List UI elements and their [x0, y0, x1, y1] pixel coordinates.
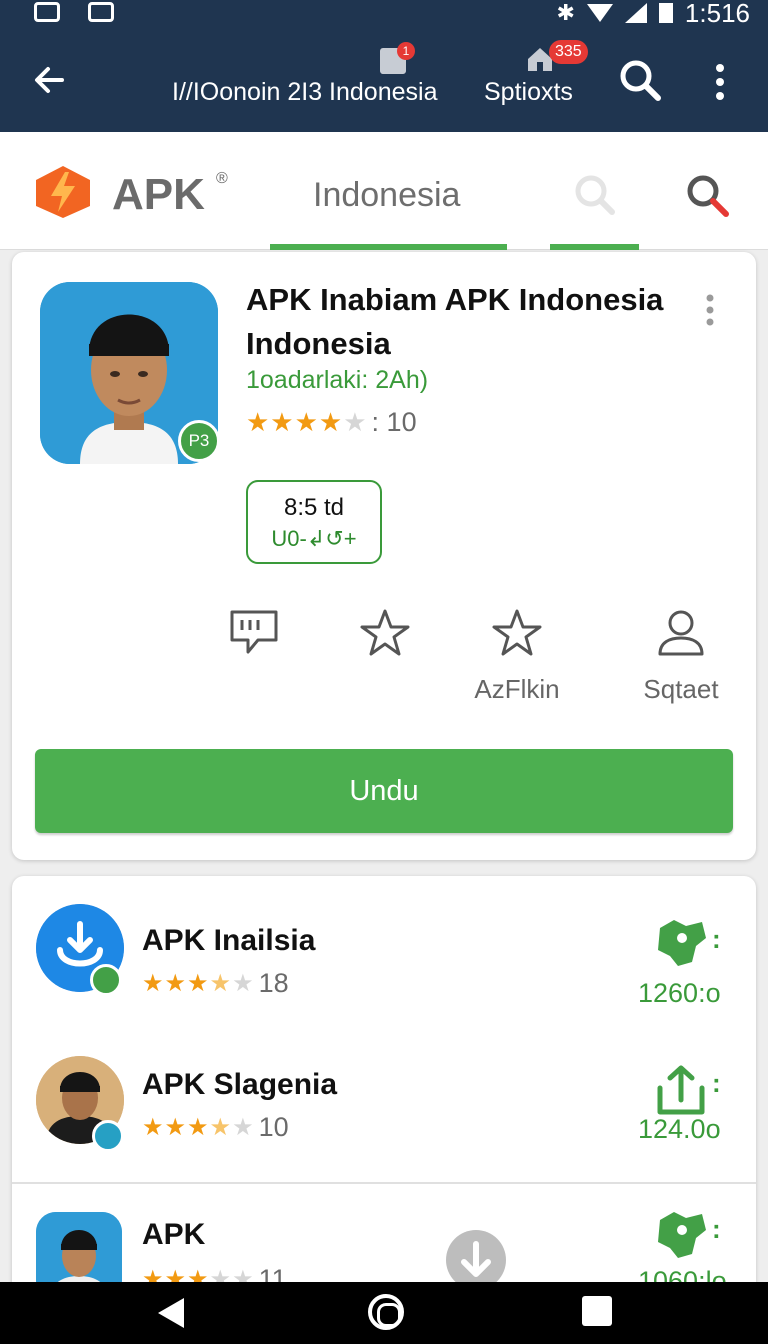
more-vert-icon[interactable] [702, 292, 718, 328]
star-icon [360, 609, 410, 656]
action-comment[interactable] [200, 608, 310, 674]
app-rating: ★★★★★ 10 [142, 1112, 289, 1143]
app-list: APK Inailsia ★★★★★ 18 : 1260:o APK Slage… [12, 876, 756, 1296]
more-dots[interactable]: : [712, 924, 721, 955]
app-title: APK Slagenia [142, 1068, 338, 1101]
more-vert-icon[interactable] [708, 60, 732, 104]
download-count: 1260:o [638, 978, 721, 1008]
battery-icon [658, 3, 673, 23]
signal-icon [624, 3, 647, 23]
app-rating: ★★★★★ 18 [142, 968, 289, 999]
content-rating-badge: 8:5 td U0-↲↺+ [246, 480, 382, 564]
rating-stars: ★★★★★ [142, 1114, 255, 1141]
action-star[interactable] [330, 608, 440, 674]
action-label: Sqtaet [643, 674, 719, 704]
notification-icon [34, 2, 60, 22]
list-item[interactable]: APK Inailsia ★★★★★ 18 : 1260:o [12, 894, 756, 1044]
nav-recents-icon[interactable] [582, 1296, 612, 1326]
installed-badge [90, 964, 122, 996]
action-profile[interactable]: Sqtaet [626, 608, 736, 705]
app-screen: ✱ 1:516 1 I//IOonoin 2I3 Indonesia 335 S… [0, 0, 768, 1344]
updates-badge: 335 [549, 40, 588, 64]
page-title: I//IOonoin 2I3 Indonesia [172, 78, 438, 106]
nav-back-icon[interactable] [158, 1298, 184, 1328]
verified-badge: P3 [178, 420, 220, 462]
tab-indicator [550, 244, 639, 250]
notification-badge: 1 [397, 42, 415, 60]
app-developer[interactable]: 1oadarlaki: 2Ah) [246, 366, 428, 395]
rating-stars: ★★★★★ [142, 970, 255, 997]
more-dots[interactable]: : [712, 1068, 721, 1099]
search-icon[interactable] [572, 172, 616, 216]
search-icon[interactable] [618, 58, 662, 102]
download-notification-icon [88, 2, 114, 22]
rating-count: 18 [258, 968, 289, 998]
featured-app-card: P3 APK Inabiam APK Indonesia Indonesia 1… [12, 252, 756, 860]
person-icon [658, 610, 704, 656]
download-count: 124.0o [638, 1114, 721, 1144]
status-bar: ✱ 1:516 [0, 0, 768, 36]
more-dots[interactable]: : [712, 1214, 721, 1245]
brand-bar: APK ® Indonesia [0, 132, 768, 250]
comment-icon [230, 610, 278, 654]
map-icon [658, 920, 706, 966]
app-rating: ★★★★★ : 10 [246, 407, 417, 438]
rating-count: : 10 [371, 407, 417, 437]
updates-tab[interactable]: Sptioxts [484, 78, 573, 107]
logo-text: APK [112, 170, 205, 219]
system-nav-bar [0, 1282, 768, 1344]
wifi-icon [586, 4, 613, 22]
logo-registered-mark: ® [216, 170, 228, 187]
action-label: AzFlkin [474, 674, 560, 704]
badge-line2: U0-↲↺+ [271, 526, 357, 551]
clock: 1:516 [684, 0, 750, 28]
apk-logo-icon [36, 166, 90, 218]
app-bar: 1 I//IOonoin 2I3 Indonesia 335 Sptioxts [0, 36, 768, 132]
arrow-down-icon [461, 1241, 491, 1277]
tab-indicator [270, 244, 507, 250]
download-button[interactable]: Undu [35, 749, 733, 833]
tab-indonesia[interactable]: Indonesia [313, 176, 460, 215]
star-icon [492, 609, 542, 656]
action-favorite[interactable]: AzFlkin [462, 608, 572, 705]
nav-home-icon[interactable] [368, 1294, 404, 1330]
back-arrow-icon [35, 67, 64, 93]
vibrate-icon: ✱ [556, 0, 575, 25]
map-icon [658, 1212, 706, 1258]
app-title: APK Inabiam APK Indonesia Indonesia [246, 282, 664, 361]
rating-stars: ★★★★★ [246, 407, 368, 437]
back-button[interactable] [30, 60, 74, 104]
app-title: APK [142, 1218, 206, 1251]
search-icon[interactable] [684, 172, 730, 218]
app-title: APK Inailsia [142, 924, 316, 957]
share-icon [657, 1065, 705, 1115]
scroll-down-button[interactable] [446, 1230, 506, 1290]
rating-count: 10 [258, 1112, 289, 1142]
status-badge [92, 1120, 124, 1152]
divider [12, 1182, 756, 1184]
badge-line1: 8:5 td [283, 494, 345, 521]
